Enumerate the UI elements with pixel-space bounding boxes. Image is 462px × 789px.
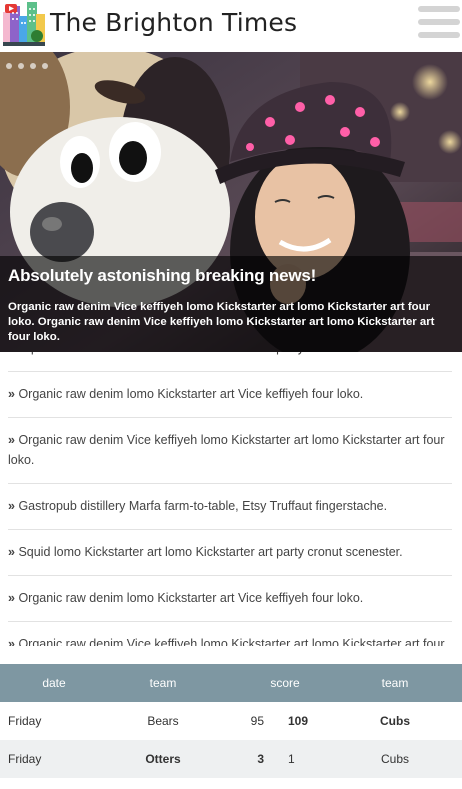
news-link[interactable]: Squid lomo Kickstarter art lomo Kickstar… — [18, 545, 402, 559]
page-bottom — [0, 778, 462, 789]
cell-team: Cubs — [328, 740, 462, 778]
news-link[interactable]: Organic raw denim Vice keffiyeh lomo Kic… — [8, 433, 445, 467]
city-newspaper-logo-icon[interactable] — [3, 2, 45, 46]
table-row: Friday Otters 3 1 Cubs — [0, 740, 462, 778]
slide-dot[interactable] — [18, 63, 24, 69]
slide-dot[interactable] — [42, 63, 48, 69]
bullet: » — [8, 545, 15, 559]
column-header-team: team — [328, 664, 462, 702]
cell-score: 3 — [218, 740, 268, 778]
column-header-date: date — [0, 664, 108, 702]
table-header-row: date team score team — [0, 664, 462, 702]
list-item[interactable]: » Organic raw denim lomo Kickstarter art… — [8, 372, 452, 418]
hero-caption: Absolutely astonishing breaking news! Or… — [0, 256, 462, 352]
cell-team: Bears — [147, 714, 179, 728]
list-item[interactable]: » Organic raw denim Vice keffiyeh lomo K… — [8, 418, 452, 484]
hamburger-menu-icon[interactable] — [418, 6, 460, 38]
menu-bar — [418, 32, 460, 38]
menu-bar — [418, 19, 460, 25]
column-header-team: team — [108, 664, 218, 702]
bullet: » — [8, 499, 15, 513]
cell-score: 109 — [288, 714, 309, 728]
bullet: » — [8, 433, 15, 447]
bullet: » — [8, 591, 15, 605]
site-header: The Brighton Times — [0, 0, 462, 52]
hero-slider[interactable]: Absolutely astonishing breaking news! Or… — [0, 52, 462, 352]
slide-dot[interactable] — [30, 63, 36, 69]
news-link[interactable]: Organic raw denim lomo Kickstarter art V… — [18, 591, 363, 605]
cell-team: Otters — [108, 740, 218, 778]
list-item[interactable]: » Squid lomo Kickstarter art lomo Kickst… — [8, 530, 452, 576]
list-item[interactable]: » Organic raw denim Vice keffiyeh lomo K… — [8, 622, 452, 646]
scores-table: date team score team Friday Bears 95 109… — [0, 664, 462, 778]
hero-summary: Organic raw denim Vice keffiyeh lomo Kic… — [8, 301, 435, 343]
column-header-score: score — [218, 664, 328, 702]
cell-date: Friday — [0, 740, 108, 778]
news-link[interactable]: Organic raw denim Vice keffiyeh lomo Kic… — [8, 637, 444, 646]
table-row: Friday Bears 95 109 Cubs — [0, 702, 462, 740]
list-item[interactable]: » Gastropub distillery Marfa farm-to-tab… — [8, 484, 452, 530]
news-link[interactable]: Organic raw denim lomo Kickstarter art V… — [18, 387, 363, 401]
menu-bar — [418, 6, 460, 12]
cell-team: Cubs — [380, 714, 410, 728]
cell-score: 95 — [250, 714, 264, 728]
news-list: » Squid lomo Kickstarter art lomo Kickst… — [8, 326, 452, 646]
cell-score: 1 — [268, 740, 328, 778]
news-link[interactable]: Gastropub distillery Marfa farm-to-table… — [18, 499, 387, 513]
hero-headline[interactable]: Absolutely astonishing breaking news! — [8, 266, 454, 286]
site-title[interactable]: The Brighton Times — [50, 8, 297, 37]
slide-indicators[interactable] — [0, 56, 48, 74]
bullet: » — [8, 387, 15, 401]
bullet: » — [8, 637, 15, 646]
cell-date: Friday — [8, 714, 42, 728]
slide-dot[interactable] — [6, 63, 12, 69]
list-item[interactable]: » Organic raw denim lomo Kickstarter art… — [8, 576, 452, 622]
